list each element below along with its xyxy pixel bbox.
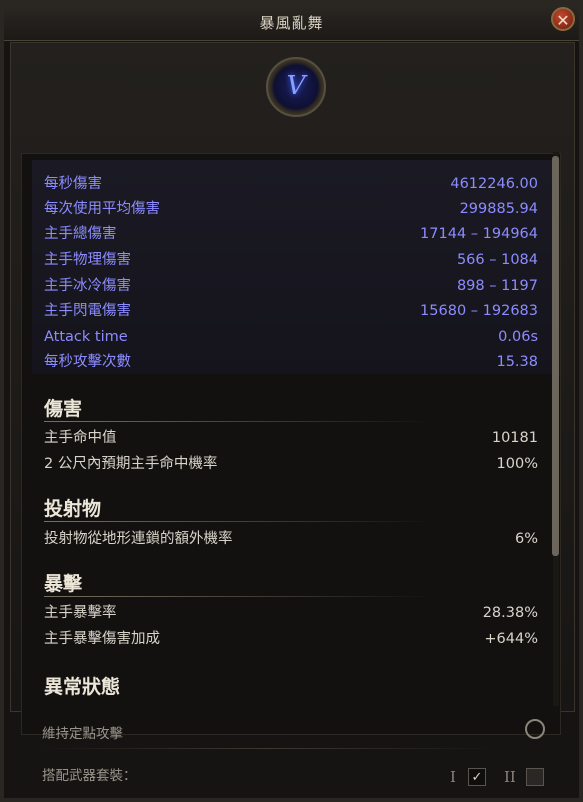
stat-value: 898 – 1197 [456,278,538,294]
section-divider [44,421,434,422]
stand-ground-label: 維持定點攻擊 [42,726,123,742]
stat-value: 566 – 1084 [456,252,538,268]
title-bar[interactable]: 暴風亂舞 ✕ [4,4,579,41]
stat-row: 主手冰冷傷害 898 – 1197 [44,274,538,298]
stat-value: 0.06s [498,329,538,345]
close-button[interactable]: ✕ [551,7,575,31]
section-divider [44,521,434,522]
skill-panel: V 每秒傷害 4612246.00 每次使用平均傷害 299885.94 主手總… [10,42,575,735]
options-divider [36,748,496,749]
section-heading-crit: 暴擊 [44,573,83,595]
stat-label: 主手暴擊率 [44,605,117,621]
stat-value: 15.38 [496,354,538,370]
stat-label: Attack time [44,329,128,345]
stat-label: 主手物理傷害 [44,252,131,268]
stat-value: 6% [514,531,538,547]
stat-label: 主手暴擊傷害加成 [44,631,160,647]
stat-label: 主手總傷害 [44,226,117,242]
stat-label: 每次使用平均傷害 [44,201,160,217]
stat-row: 每秒攻擊次數 15.38 [44,350,538,374]
stat-row: 每秒傷害 4612246.00 [44,172,538,196]
stat-label: 主手冰冷傷害 [44,278,131,294]
stat-value: 100% [496,456,538,472]
weapon-set-2-checkbox[interactable] [526,768,544,786]
stat-label: 每秒傷害 [44,176,102,192]
stat-row: 主手暴擊傷害加成 +644% [44,627,538,651]
stat-value: 17144 – 194964 [420,226,538,242]
section-heading-projectile: 投射物 [44,498,102,520]
stat-row: 主手閃電傷害 15680 – 192683 [44,299,538,323]
stat-row: 每次使用平均傷害 299885.94 [44,197,538,221]
stat-value: 4612246.00 [450,176,538,192]
skill-details-window: 暴風亂舞 ✕ V 每秒傷害 4612246.00 每次使用平均傷害 299885… [0,0,583,802]
stat-label: 主手命中值 [44,430,117,446]
stat-value: +644% [484,631,538,647]
scrollbar-thumb[interactable] [552,156,559,556]
weapon-set-1-checkbox[interactable]: ✓ [468,768,486,786]
stand-ground-toggle[interactable] [525,719,545,739]
section-heading-ailments: 異常狀態 [44,676,121,698]
stat-value: 15680 – 192683 [420,303,538,319]
stat-value: 28.38% [482,605,538,621]
stat-value: 299885.94 [459,201,538,217]
skill-glyph: V [286,71,306,101]
stat-row: 主手物理傷害 566 – 1084 [44,248,538,272]
stat-label: 主手閃電傷害 [44,303,131,319]
stat-label: 2 公尺內預期主手命中機率 [44,456,218,472]
stat-label: 每秒攻擊次數 [44,354,131,370]
section-heading-damage: 傷害 [44,398,83,420]
weapon-set-label: 搭配武器套裝： [42,768,137,784]
stat-row: 2 公尺內預期主手命中機率 100% [44,452,538,476]
stats-list[interactable]: 每秒傷害 4612246.00 每次使用平均傷害 299885.94 主手總傷害… [21,153,561,735]
stat-row: Attack time 0.06s [44,325,538,349]
stat-row: 主手總傷害 17144 – 194964 [44,222,538,246]
section-divider [44,596,434,597]
window-title: 暴風亂舞 [259,14,324,32]
skill-tempest-rush-icon: V [266,57,326,117]
weapon-set-2-numeral: II [504,768,516,786]
stat-value: 10181 [491,430,538,446]
stat-row: 主手命中值 10181 [44,426,538,450]
stat-row: 主手暴擊率 28.38% [44,601,538,625]
stat-label: 投射物從地形連鎖的額外機率 [44,531,233,547]
stat-row: 投射物從地形連鎖的額外機率 6% [44,527,538,551]
weapon-set-1-numeral: I [450,768,456,786]
